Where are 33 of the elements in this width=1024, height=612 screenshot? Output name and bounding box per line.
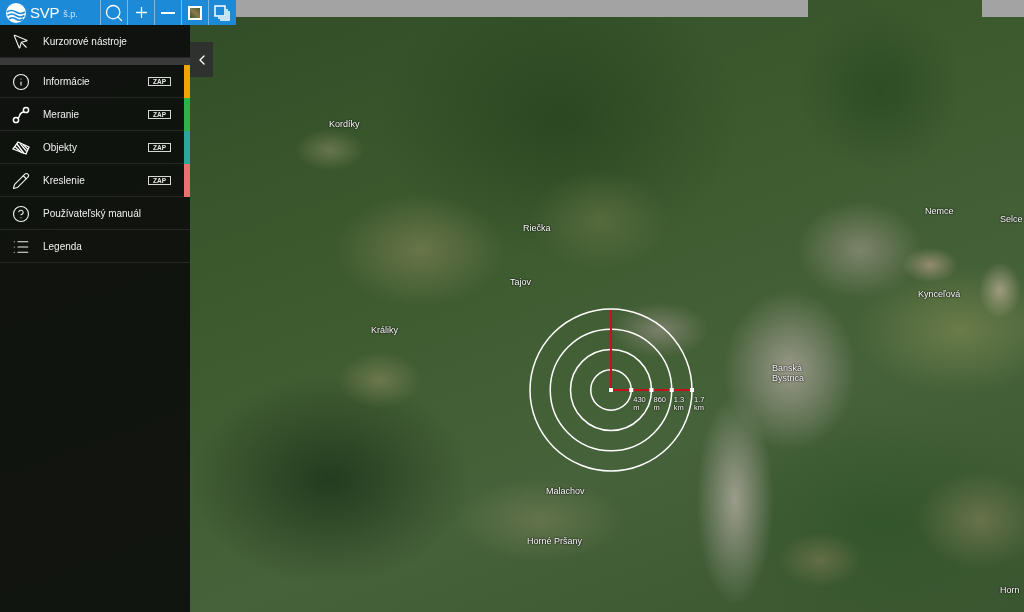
vertex-marker <box>609 388 613 392</box>
corner-panel <box>982 0 1024 17</box>
place-label: Tajov <box>510 277 531 288</box>
sidebar-item[interactable]: Kurzorové nástroje <box>0 25 190 58</box>
place-label: Kordíky <box>329 119 360 130</box>
cursor-icon <box>12 32 30 51</box>
place-label: Selce <box>1000 214 1023 225</box>
place-label: Riečka <box>523 223 551 234</box>
vertex-marker <box>690 388 694 392</box>
minus-icon <box>161 11 175 14</box>
collapse-button[interactable] <box>190 42 213 77</box>
sidebar-item[interactable]: Legenda <box>0 230 190 263</box>
vertex-marker <box>629 388 634 392</box>
stacked-squares-icon <box>214 4 230 21</box>
brand-name: SVP <box>30 4 60 21</box>
vertex-marker <box>669 388 674 392</box>
place-label: Banská Bystrica <box>772 363 805 384</box>
info-icon <box>12 72 30 91</box>
place-label: Malachov <box>546 486 585 497</box>
search-icon <box>104 2 124 23</box>
brand-suffix: š.p. <box>63 9 78 19</box>
place-label: Nemce <box>925 206 954 217</box>
place-label: Horné Pršany <box>527 536 583 547</box>
help-icon <box>12 204 30 223</box>
place-label: Králiky <box>371 325 398 336</box>
sidebar-item[interactable]: Používateľský manuál <box>0 197 190 230</box>
map-thumbnail-icon <box>188 5 202 20</box>
connected-dots-icon <box>12 105 30 124</box>
hatched-shape-icon <box>12 138 30 157</box>
place-label: Horn <box>1000 585 1020 596</box>
pencil-icon <box>12 171 30 190</box>
vertex-marker <box>649 388 654 392</box>
place-label: Kynceľová <box>918 289 961 300</box>
